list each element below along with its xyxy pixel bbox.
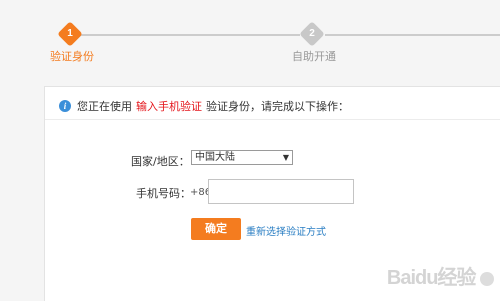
notice-prefix: 您正在使用 [77, 100, 132, 113]
chevron-down-icon: ▼ [282, 153, 289, 162]
watermark-text: Baidu经验 [386, 267, 477, 289]
phone-label: 手机号码： [136, 187, 191, 200]
step-connector [78, 34, 300, 36]
step-connector [325, 34, 500, 36]
region-select-value: 中国大陆 [195, 152, 235, 163]
phone-input[interactable] [208, 179, 354, 204]
region-select[interactable]: 中国大陆 ▼ [191, 150, 293, 165]
divider [45, 119, 500, 120]
step-2-number: 2 [309, 28, 315, 39]
step-1-number: 1 [67, 28, 73, 39]
step-1-label: 验证身份 [50, 50, 94, 63]
progress-stepper: 1 验证身份 2 自助开通 [0, 0, 500, 80]
reselect-method-link[interactable]: 重新选择验证方式 [246, 223, 326, 238]
paw-icon [480, 271, 494, 286]
baidu-watermark-logo: Baidu经验 [387, 261, 494, 290]
step-2-label: 自助开通 [292, 50, 336, 63]
info-icon: i [59, 100, 71, 112]
confirm-button[interactable]: 确定 [191, 218, 241, 240]
notice-method: 输入手机验证 [136, 100, 202, 113]
notice-suffix: 验证身份，请完成以下操作： [206, 100, 349, 113]
region-label: 国家/地区： [131, 155, 190, 168]
notice-bar: i 您正在使用 输入手机验证 验证身份，请完成以下操作： [59, 97, 349, 115]
